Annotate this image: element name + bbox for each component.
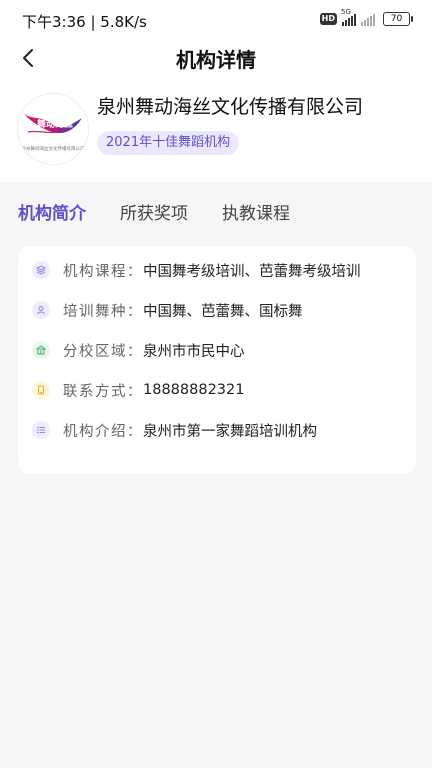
info-label: 机构课程： (63, 263, 143, 280)
info-value: 泉州市第一家舞蹈培训机构 (143, 423, 317, 440)
signal-icon: 5G (341, 8, 356, 26)
user-icon (32, 301, 50, 319)
hd-badge: HD (319, 13, 337, 25)
list-icon (32, 421, 50, 439)
tab-bar: 机构简介 所获奖项 执教课程 (0, 182, 432, 238)
info-label: 机构介绍： (63, 423, 143, 440)
nav-bar: 机构详情 (0, 40, 432, 76)
info-value: 18888882321 (143, 382, 245, 398)
info-row-dance-types: 培训舞种： 中国舞、芭蕾舞、国标舞 (32, 298, 303, 322)
org-name: 泉州舞动海丝文化传播有限公司 (97, 96, 364, 118)
info-value: 中国舞考级培训、芭蕾舞考级培训 (143, 263, 361, 280)
info-row-courses: 机构课程： 中国舞考级培训、芭蕾舞考级培训 (32, 258, 361, 282)
layers-icon (32, 261, 50, 279)
tab-courses[interactable]: 执教课程 (222, 199, 290, 224)
page-title: 机构详情 (176, 48, 256, 72)
battery-icon: 70 (383, 12, 413, 26)
building-icon (32, 341, 50, 359)
info-row-campus: 分校区域： 泉州市市民中心 (32, 338, 245, 362)
signal-secondary-icon (361, 13, 375, 26)
info-value: 中国舞、芭蕾舞、国标舞 (143, 303, 303, 320)
info-label: 分校区域： (63, 343, 143, 360)
award-badge: 2021年十佳舞蹈机构 (97, 131, 240, 155)
battery-level: 70 (390, 14, 403, 24)
info-card: 机构课程： 中国舞考级培训、芭蕾舞考级培训 培训舞种： 中国舞、芭蕾舞、国标舞 … (18, 246, 416, 474)
phone-icon (32, 381, 50, 399)
info-value: 泉州市市民中心 (143, 343, 245, 360)
tab-intro[interactable]: 机构简介 (18, 199, 86, 224)
network-label: 5G (341, 7, 351, 16)
org-logo: 舞动海丝 泉州舞动海丝文化传播有限公司 (18, 94, 88, 164)
org-header: 舞动海丝 泉州舞动海丝文化传播有限公司 泉州舞动海丝文化传播有限公司 2021年… (0, 76, 432, 182)
info-row-contact: 联系方式： 18888882321 (32, 378, 244, 402)
status-time: 下午3:36 | 5.8K/s (22, 13, 147, 31)
logo-caption: 泉州舞动海丝文化传播有限公司 (21, 147, 85, 152)
status-indicators: HD 5G 70 (319, 8, 413, 26)
status-bar: 下午3:36 | 5.8K/s HD 5G 70 (0, 0, 432, 40)
logo-mark-text: 舞动海丝 (37, 118, 73, 130)
info-row-intro: 机构介绍： 泉州市第一家舞蹈培训机构 (32, 418, 317, 442)
tab-awards[interactable]: 所获奖项 (120, 199, 188, 224)
info-label: 培训舞种： (63, 303, 143, 320)
info-label: 联系方式： (63, 383, 143, 400)
